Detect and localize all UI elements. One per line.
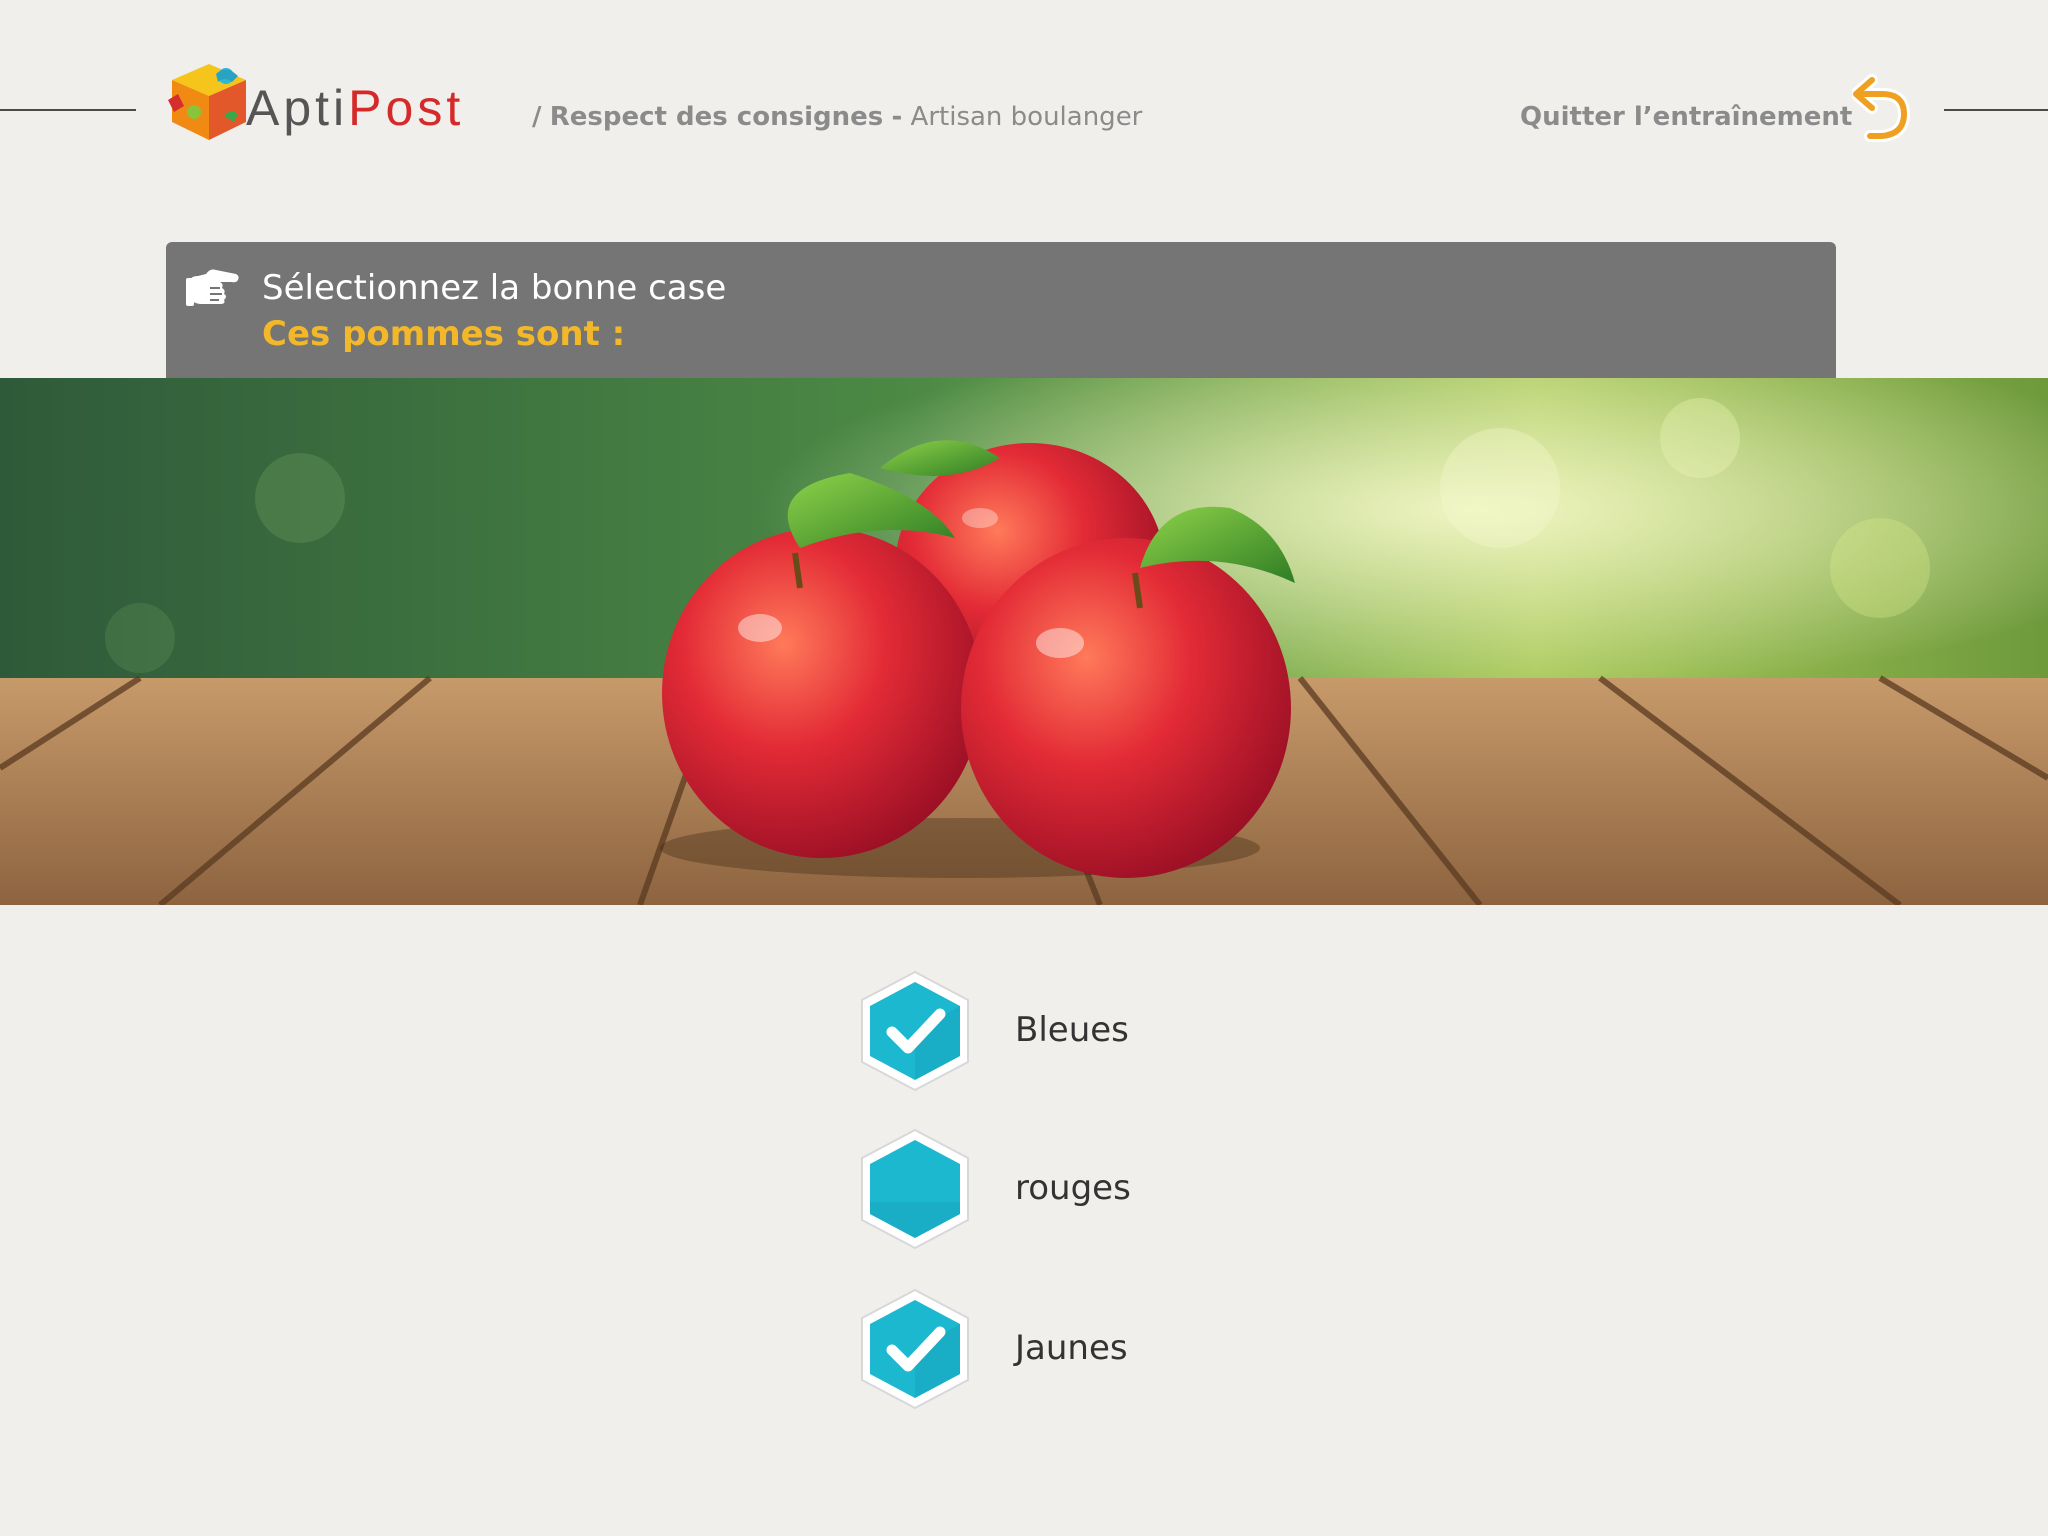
hexagon-check-icon[interactable] [850,966,980,1096]
pointing-hand-icon [186,269,239,306]
header-divider-left [0,109,136,111]
breadcrumb-separator: / [532,102,542,132]
app-logo: AptiPost [164,56,504,146]
option-jaunes[interactable]: Jaunes [850,1284,1250,1414]
option-label: Bleues [1015,1010,1129,1050]
breadcrumb-dash: - [891,102,903,132]
option-bleues[interactable]: Bleues [850,966,1250,1096]
logo-wordmark: AptiPost [246,78,464,138]
logo-text-post: Post [348,80,465,136]
hexagon-icon[interactable] [850,1124,980,1254]
instruction-panel: Sélectionnez la bonne case Ces pommes so… [166,242,1836,378]
breadcrumb-section: Respect des consignes [549,102,884,132]
breadcrumb: / Respect des consignes - Artisan boulan… [532,100,1142,134]
breadcrumb-job: Artisan boulanger [910,102,1143,132]
option-label: rouges [1015,1168,1131,1208]
instruction-title: Sélectionnez la bonne case [262,268,727,308]
option-label: Jaunes [1015,1328,1128,1368]
header-divider-right [1944,109,2048,111]
training-screen: AptiPost / Respect des consignes - Artis… [0,0,2048,1536]
instruction-question: Ces pommes sont : [262,314,626,354]
puzzle-cube-icon [168,64,246,140]
hexagon-check-icon[interactable] [850,1284,980,1414]
apples-illustration [0,378,2048,905]
logo-text-apti: Apti [246,80,349,136]
quit-training-link[interactable]: Quitter l’entraînement [1520,100,1852,134]
undo-arrow-icon[interactable] [1852,72,1912,144]
option-rouges[interactable]: rouges [850,1124,1250,1254]
